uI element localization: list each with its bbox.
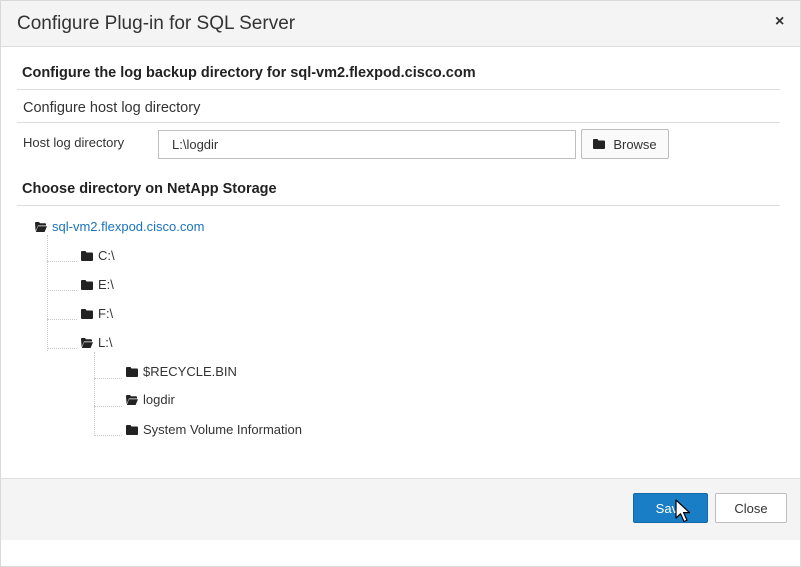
tree-node-logdir[interactable]: logdir <box>126 392 175 407</box>
tree-node-label: F:\ <box>98 306 114 321</box>
configure-plugin-dialog: Configure Plug-in for SQL Server × Confi… <box>0 0 801 567</box>
host-log-directory-input[interactable] <box>158 130 576 159</box>
tree-node-label: E:\ <box>98 277 114 292</box>
mouse-pointer-icon <box>675 499 691 523</box>
tree-node-system-volume-information[interactable]: System Volume Information <box>126 422 302 437</box>
divider <box>17 205 780 206</box>
tree-guide-line <box>47 261 77 262</box>
divider <box>17 122 780 123</box>
tree-guide-line <box>47 319 77 320</box>
tree-guide-line <box>94 352 95 436</box>
tree-node-label: sql-vm2.flexpod.cisco.com <box>52 219 205 234</box>
folder-icon <box>81 251 93 261</box>
log-backup-section-title: Configure the log backup directory for s… <box>22 65 476 81</box>
folder-icon <box>81 309 93 319</box>
folder-icon <box>593 139 605 149</box>
tree-guide-line <box>94 435 122 436</box>
tree-node-label: L:\ <box>98 335 113 350</box>
tree-node-l-drive[interactable]: L:\ <box>81 335 112 350</box>
tree-node-label: System Volume Information <box>143 422 302 437</box>
browse-button-label: Browse <box>613 136 657 152</box>
folder-icon <box>126 425 138 435</box>
tree-node-e-drive[interactable]: E:\ <box>81 277 114 292</box>
tree-node-recycle-bin[interactable]: $RECYCLE.BIN <box>126 364 237 379</box>
folder-icon <box>81 280 93 290</box>
folder-open-icon <box>81 338 93 348</box>
tree-node-label: $RECYCLE.BIN <box>143 364 237 379</box>
host-log-directory-label: Host log directory <box>23 135 125 150</box>
tree-guide-line <box>94 406 122 407</box>
host-log-subtitle: Configure host log directory <box>23 100 201 116</box>
browse-button[interactable]: Browse <box>581 129 669 159</box>
tree-node-f-drive[interactable]: F:\ <box>81 306 113 321</box>
netapp-storage-section-title: Choose directory on NetApp Storage <box>22 181 277 197</box>
tree-guide-line <box>47 235 48 351</box>
tree-guide-line <box>47 290 77 291</box>
tree-node-root[interactable]: sql-vm2.flexpod.cisco.com <box>35 219 204 234</box>
close-button[interactable]: Close <box>715 493 787 523</box>
tree-node-label: C:\ <box>98 248 115 263</box>
folder-icon <box>126 367 138 377</box>
divider <box>17 89 780 90</box>
tree-guide-line <box>94 378 122 379</box>
folder-open-icon <box>35 222 47 232</box>
dialog-header: Configure Plug-in for SQL Server × <box>1 1 800 47</box>
tree-guide-line <box>47 348 77 349</box>
tree-node-label: logdir <box>143 392 175 407</box>
close-icon[interactable]: × <box>775 13 784 31</box>
dialog-title: Configure Plug-in for SQL Server <box>17 13 296 34</box>
tree-node-c-drive[interactable]: C:\ <box>81 248 115 263</box>
save-button[interactable]: Save <box>633 493 708 523</box>
folder-open-icon <box>126 395 138 405</box>
